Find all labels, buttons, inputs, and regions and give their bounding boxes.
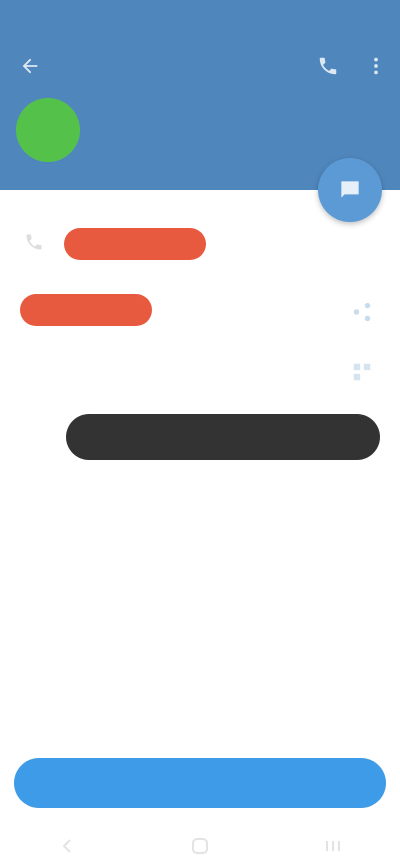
phone-value	[64, 228, 206, 260]
recents-icon	[326, 841, 341, 851]
nav-back-icon	[62, 839, 71, 853]
share-username-button[interactable]	[346, 296, 378, 328]
phone-info-icon	[22, 230, 46, 254]
toolbar	[0, 40, 400, 90]
screen	[0, 0, 400, 867]
qr-code-icon	[353, 363, 371, 381]
info-row-extra[interactable]	[0, 350, 400, 418]
home-icon	[191, 838, 208, 854]
info-row-phone[interactable]	[0, 200, 400, 268]
call-button[interactable]	[310, 48, 346, 84]
arrow-back-icon	[22, 58, 38, 74]
system-nav-bar	[0, 825, 400, 867]
share-icon	[353, 302, 371, 322]
nav-home-button[interactable]	[180, 831, 220, 861]
toast-message	[66, 414, 380, 460]
info-row-username[interactable]	[0, 282, 400, 350]
username-value	[20, 294, 152, 326]
info-list	[0, 200, 400, 381]
status-bar	[0, 0, 400, 36]
phone-icon	[319, 57, 337, 75]
back-button[interactable]	[12, 48, 48, 84]
more-vert-icon	[374, 57, 378, 75]
avatar[interactable]	[16, 98, 80, 162]
more-options-button[interactable]	[358, 48, 394, 84]
primary-action-button[interactable]	[14, 758, 386, 808]
nav-recents-button[interactable]	[313, 831, 353, 861]
qr-code-button[interactable]	[346, 356, 378, 388]
nav-back-button[interactable]	[47, 831, 87, 861]
